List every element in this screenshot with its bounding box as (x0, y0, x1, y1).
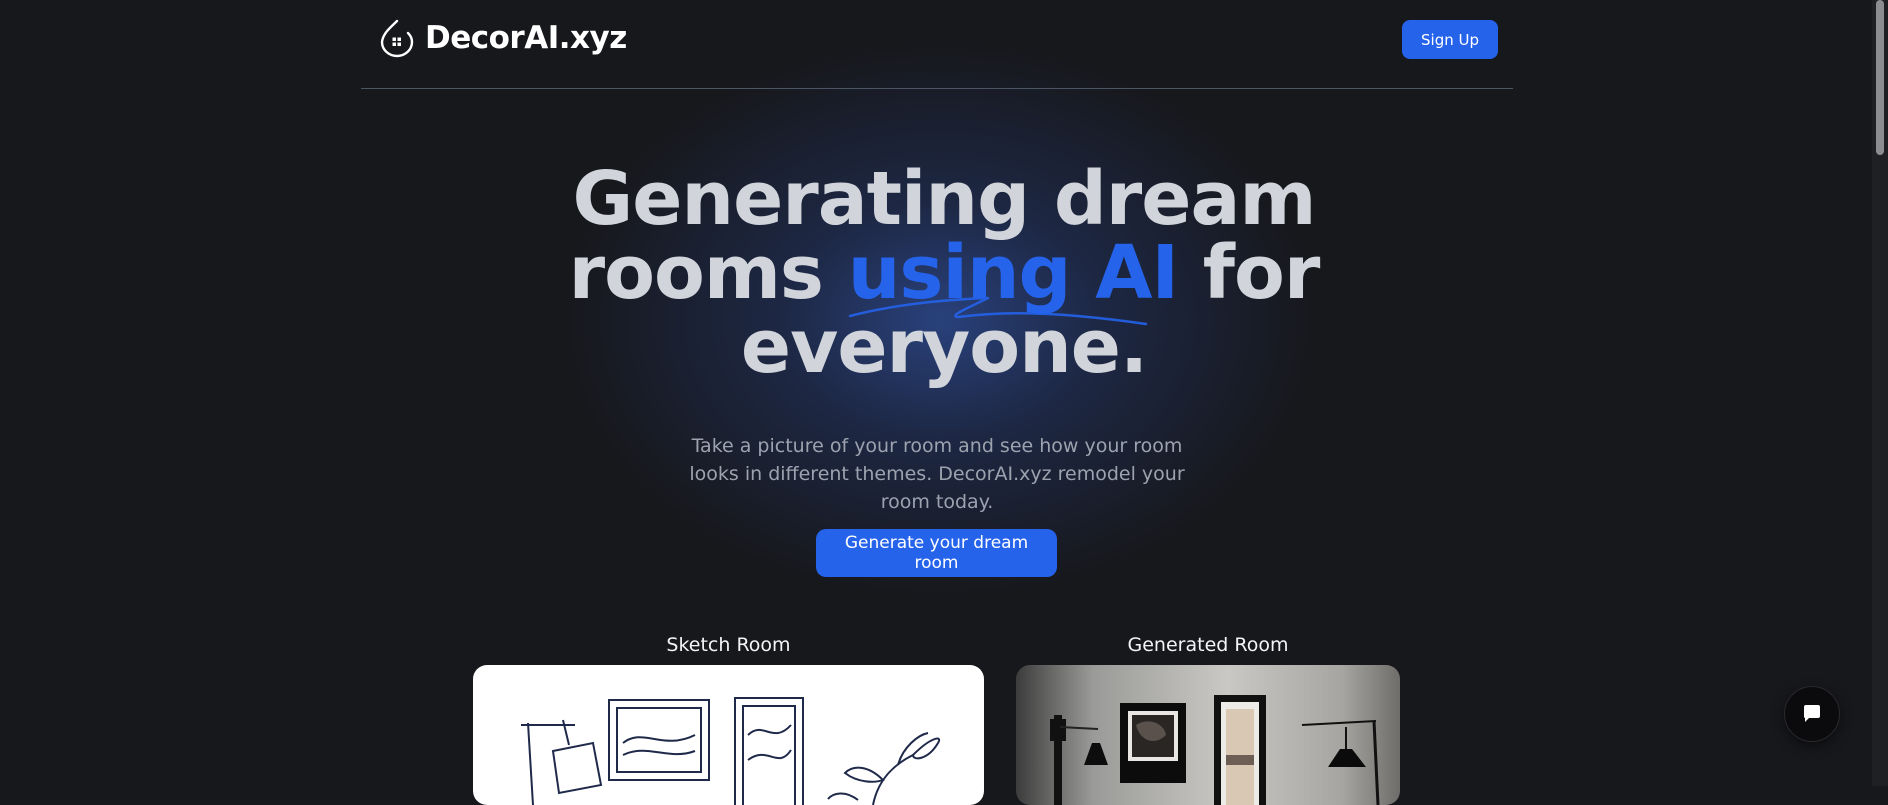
generate-dream-room-button[interactable]: Generate your dream room (816, 529, 1057, 577)
brand-name: DecorAI.xyz (425, 20, 627, 56)
hero-title-line3: everyone. (740, 304, 1148, 390)
hero-subtitle: Take a picture of your room and see how … (689, 435, 1185, 513)
site-header: DecorAI.xyz Sign Up (361, 0, 1513, 89)
sketch-room-image (473, 665, 984, 805)
scrollbar-thumb[interactable] (1876, 0, 1884, 155)
sketch-room-label: Sketch Room (666, 634, 791, 656)
sign-up-button[interactable]: Sign Up (1402, 20, 1498, 59)
chat-widget-button[interactable] (1784, 686, 1840, 742)
page-scrollbar[interactable] (1872, 0, 1888, 786)
hero-title-highlight: using AI (847, 230, 1179, 316)
generated-room-label: Generated Room (1127, 634, 1289, 656)
generated-room-render (1050, 695, 1380, 805)
house-drop-icon (380, 19, 414, 58)
sketch-room-drawing (521, 697, 941, 805)
hero-title-line2-post: for (1178, 230, 1321, 316)
brand-logo-link[interactable]: DecorAI.xyz (377, 18, 627, 58)
chat-bubble-icon (1804, 705, 1820, 722)
hero-title: Generating dream rooms using AI for everyo… (544, 162, 1344, 384)
generated-room-image (1016, 665, 1400, 805)
